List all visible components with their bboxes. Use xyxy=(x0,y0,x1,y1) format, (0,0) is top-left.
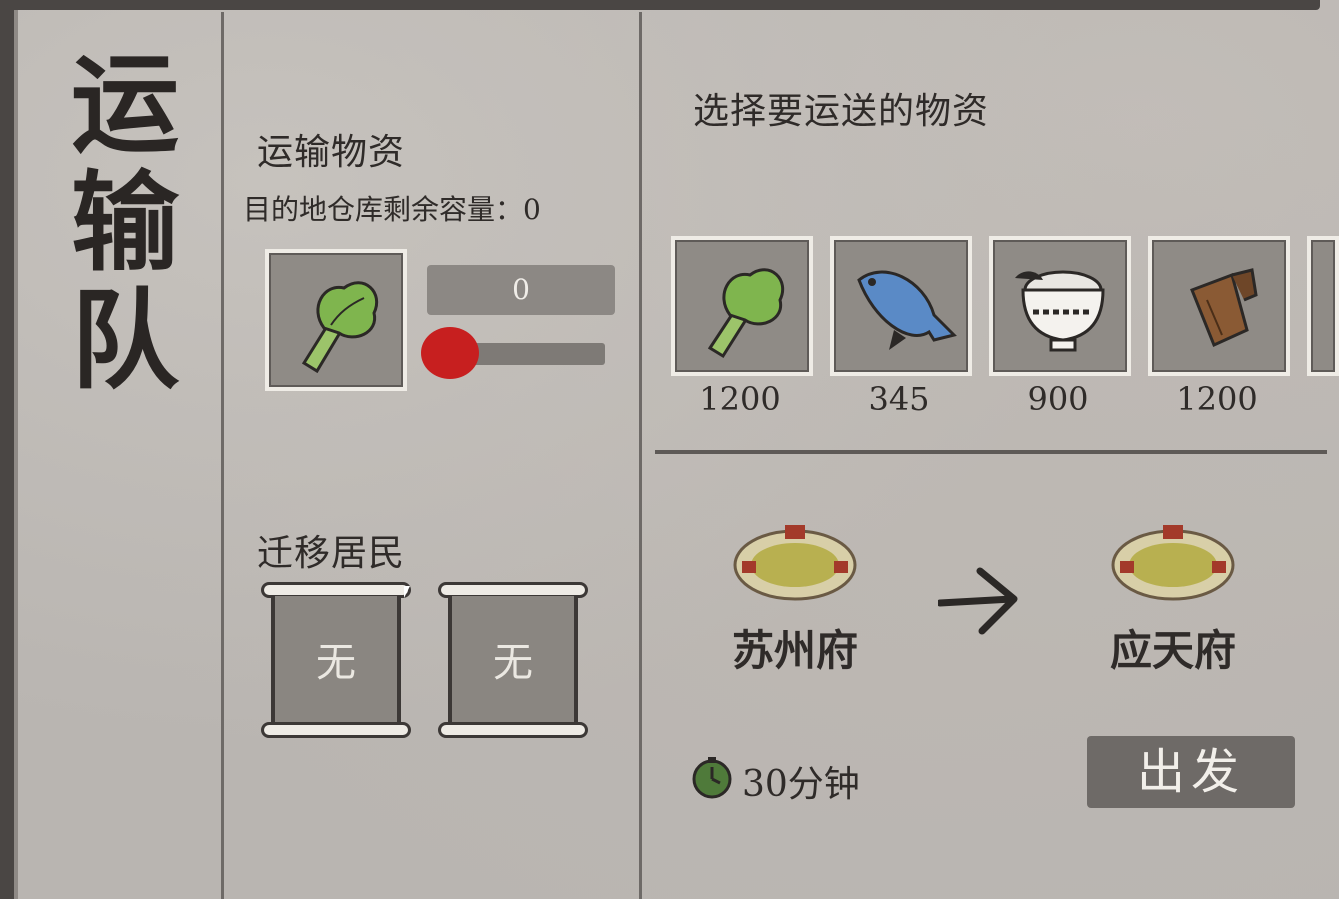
rice-bowl-icon xyxy=(1015,270,1105,352)
migrate-section-title: 迁移居民 xyxy=(257,533,406,574)
left-frame-inner xyxy=(14,10,18,899)
column-divider-2 xyxy=(639,12,642,899)
vegetable-icon xyxy=(707,268,785,359)
panel-title: 运 输 队 xyxy=(60,46,190,400)
select-section-title: 选择要运送的物资 xyxy=(693,91,990,132)
resident-slot-label: 无 xyxy=(493,640,533,686)
goods-count: 900 xyxy=(1027,380,1089,418)
title-char: 输 xyxy=(70,160,179,286)
resident-slot[interactable]: 无 xyxy=(261,582,411,742)
arrow-right-icon xyxy=(938,567,1018,635)
goods-count: 1200 xyxy=(699,380,781,418)
quantity-slider-knob[interactable] xyxy=(421,327,479,379)
resident-slot[interactable]: 无 xyxy=(438,582,588,742)
top-frame xyxy=(0,0,1320,10)
city-destination-icon xyxy=(1111,525,1235,601)
origin-city-name: 苏州府 xyxy=(731,626,858,675)
scroll-bottom-bar xyxy=(261,722,411,738)
vegetable-icon xyxy=(301,281,379,374)
transport-section-title: 运输物资 xyxy=(257,132,406,173)
goods-slot-wood[interactable] xyxy=(1148,236,1290,376)
city-origin-icon xyxy=(733,525,857,601)
column-divider-1 xyxy=(221,12,224,899)
timer-icon xyxy=(692,757,732,799)
capacity-label: 目的地仓库剩余容量：0 xyxy=(243,193,541,226)
goods-slot-fish[interactable] xyxy=(830,236,972,376)
selected-item-slot[interactable] xyxy=(265,249,407,391)
left-frame xyxy=(0,0,14,899)
quantity-display[interactable]: 0 xyxy=(427,265,615,315)
fish-icon xyxy=(857,270,957,350)
title-char: 运 xyxy=(70,42,179,168)
goods-slot-rice-bowl[interactable] xyxy=(989,236,1131,376)
section-divider xyxy=(655,450,1327,454)
destination-city-name: 应天府 xyxy=(1109,626,1236,675)
resident-slot-label: 无 xyxy=(316,640,356,686)
wood-icon xyxy=(1190,268,1258,348)
goods-slot-vegetable[interactable] xyxy=(671,236,813,376)
goods-slot-partial[interactable] xyxy=(1307,236,1339,376)
goods-count: 1200 xyxy=(1176,380,1258,418)
title-char: 队 xyxy=(70,278,179,404)
depart-button[interactable]: 出发 xyxy=(1087,736,1295,808)
mouse-cursor xyxy=(404,586,410,598)
scroll-bottom-bar xyxy=(438,722,588,738)
travel-duration: 30分钟 xyxy=(742,764,860,805)
goods-count: 345 xyxy=(868,380,930,418)
